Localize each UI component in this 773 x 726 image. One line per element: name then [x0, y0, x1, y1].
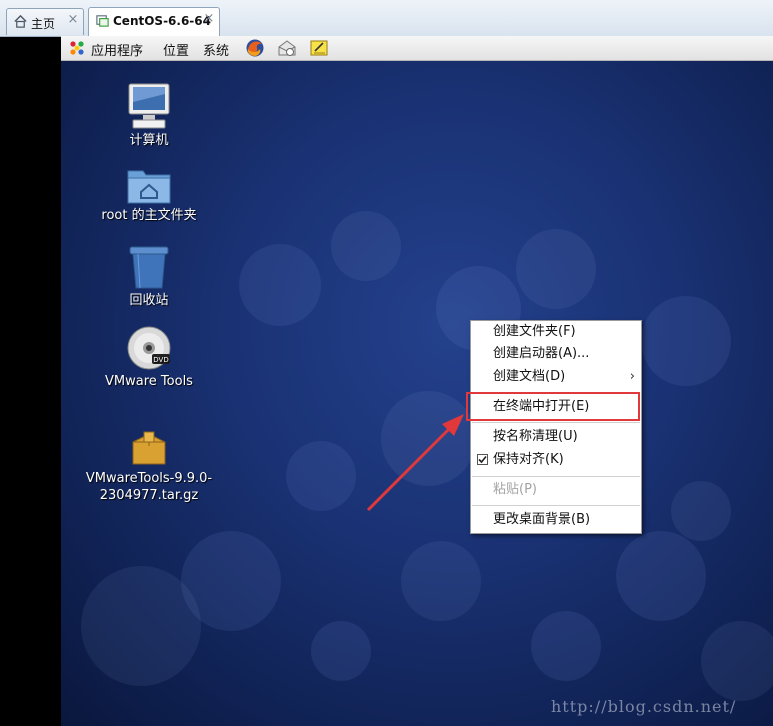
- menu-applications[interactable]: 应用程序: [91, 40, 143, 59]
- vmware-tab-bar: 主页 × CentOS-6.6-64 ×: [0, 0, 773, 37]
- vm-left-gutter: [0, 37, 61, 726]
- tab-centos-close-icon[interactable]: ×: [203, 12, 215, 25]
- menu-item-label: 创建启动器(A)...: [493, 346, 590, 361]
- menu-system[interactable]: 系统: [203, 40, 229, 59]
- menu-separator: [472, 422, 640, 423]
- desktop-icon-home-folder[interactable]: root 的主文件夹: [84, 165, 214, 224]
- menu-places[interactable]: 位置: [163, 40, 189, 59]
- tab-centos-label: CentOS-6.6-64: [113, 14, 211, 28]
- trash-icon: [129, 246, 169, 289]
- desktop-icon-computer[interactable]: 计算机: [84, 82, 214, 149]
- desktop-icon-label: root 的主文件夹: [101, 208, 197, 223]
- submenu-arrow-icon: ›: [629, 369, 635, 384]
- desktop-icon-vmware-tools[interactable]: DVD VMware Tools: [84, 325, 214, 390]
- menu-separator: [472, 505, 640, 506]
- gnome-top-panel: 应用程序 位置 系统: [61, 36, 773, 61]
- home-folder-icon: [127, 170, 171, 204]
- menu-separator: [472, 476, 640, 477]
- desktop-icon-label-line2: 2304977.tar.gz: [99, 488, 199, 503]
- menu-item-paste: 粘贴(P): [471, 479, 641, 501]
- desktop-context-menu: 创建文件夹(F) 创建启动器(A)... 创建文档(D) › 在终端中打开(E)…: [470, 320, 642, 534]
- dvd-label: DVD: [153, 356, 168, 364]
- checkbox-checked-icon: [477, 454, 488, 465]
- menu-item-create-folder[interactable]: 创建文件夹(F): [471, 321, 641, 343]
- computer-icon: [128, 83, 170, 129]
- menu-item-keep-aligned[interactable]: 保持对齐(K): [471, 449, 641, 471]
- watermark: http://blog.csdn.net/: [551, 697, 737, 716]
- tab-centos[interactable]: CentOS-6.6-64 ×: [88, 7, 220, 36]
- menu-item-change-background[interactable]: 更改桌面背景(B): [471, 509, 641, 531]
- menu-item-label: 保持对齐(K): [493, 452, 564, 467]
- menu-item-label: 按名称清理(U): [493, 429, 578, 444]
- gnome-foot-icon: [70, 41, 84, 55]
- mail-icon[interactable]: [277, 38, 297, 58]
- desktop-icon-label: VMware Tools: [105, 374, 193, 389]
- notes-icon[interactable]: [309, 38, 329, 58]
- package-icon: [132, 431, 166, 465]
- desktop-icon-label-line1: VMwareTools-9.9.0-: [85, 471, 213, 486]
- home-icon: [14, 14, 27, 28]
- desktop-icon-vmware-tarball[interactable]: VMwareTools-9.9.0- 2304977.tar.gz: [84, 428, 214, 504]
- menu-item-clean-up-by-name[interactable]: 按名称清理(U): [471, 426, 641, 448]
- firefox-icon[interactable]: [245, 38, 265, 58]
- tab-home[interactable]: 主页 ×: [6, 8, 84, 35]
- annotation-highlight-box: [466, 392, 640, 421]
- vm-icon: [96, 15, 109, 27]
- tab-home-close-icon[interactable]: ×: [67, 13, 79, 26]
- desktop-icon-label: 计算机: [129, 133, 169, 148]
- menu-item-label: 粘贴(P): [493, 482, 537, 497]
- desktop-icon-label: 回收站: [129, 293, 169, 308]
- menu-item-label: 创建文档(D): [493, 369, 566, 384]
- tab-home-label: 主页: [31, 17, 56, 31]
- dvd-icon: DVD: [127, 326, 171, 370]
- menu-item-create-launcher[interactable]: 创建启动器(A)...: [471, 343, 641, 365]
- desktop-icon-trash[interactable]: 回收站: [84, 244, 214, 309]
- desktop[interactable]: [61, 61, 773, 726]
- annotation-arrow-icon: [366, 414, 464, 512]
- menu-item-label: 创建文件夹(F): [493, 324, 576, 339]
- menu-item-label: 更改桌面背景(B): [493, 512, 591, 527]
- menu-item-create-document[interactable]: 创建文档(D) ›: [471, 366, 641, 388]
